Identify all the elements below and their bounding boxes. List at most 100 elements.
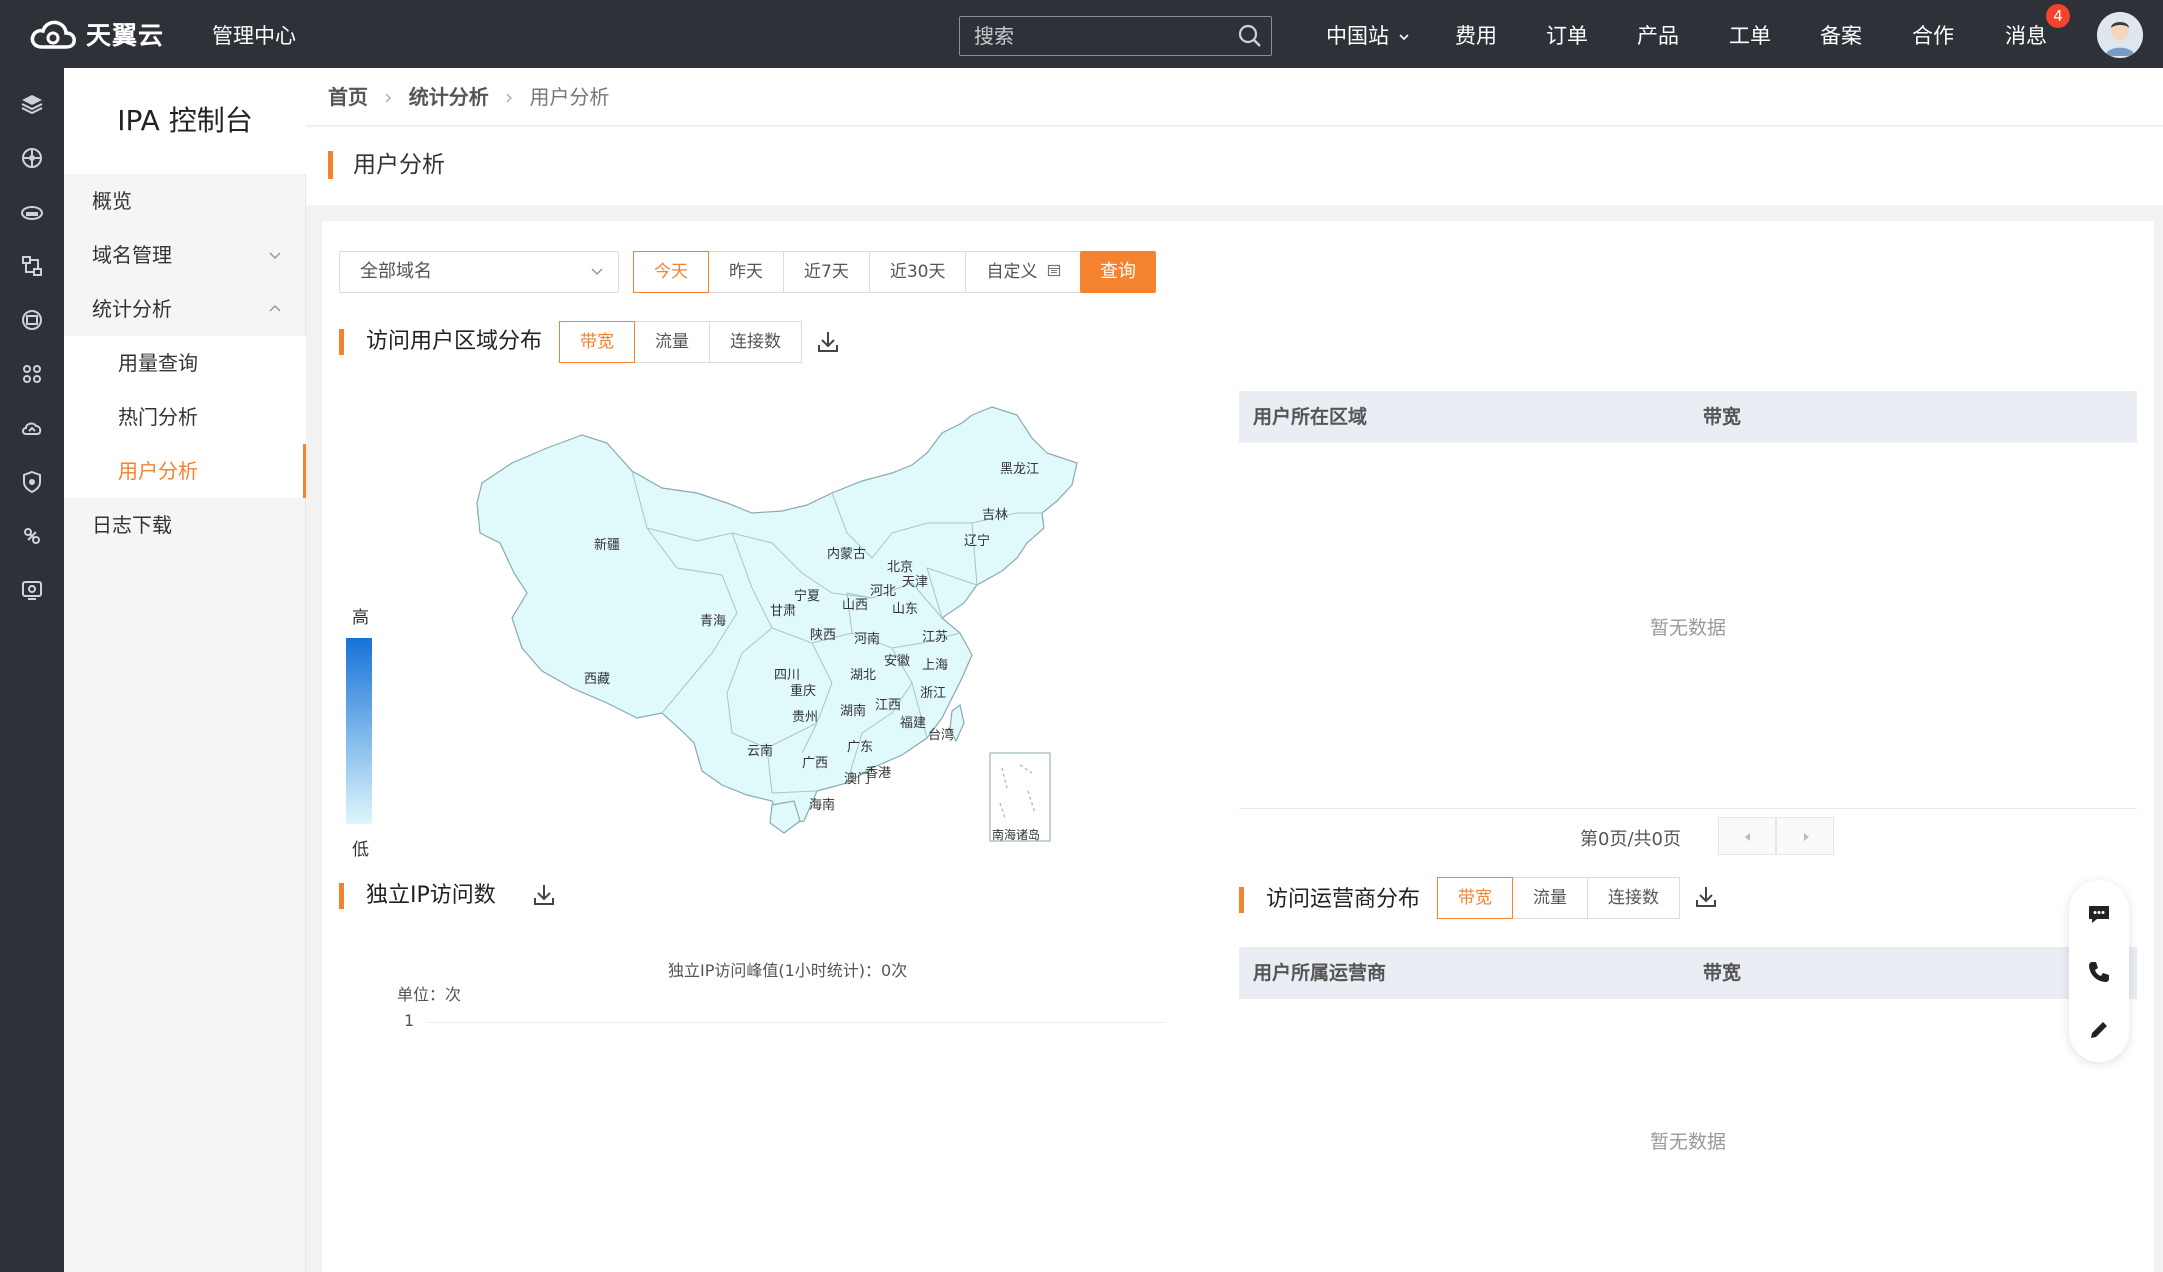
range-custom[interactable]: 自定义 xyxy=(965,251,1082,293)
next-page-button[interactable] xyxy=(1776,817,1834,855)
legend-high-label: 高 xyxy=(352,608,369,628)
isp-section-title: 访问运营商分布 xyxy=(1239,887,1420,913)
search-icon[interactable] xyxy=(1236,22,1264,50)
cloud-sync-icon[interactable] xyxy=(16,412,48,444)
column-header-region: 用户所在区域 xyxy=(1253,406,1368,428)
chevron-down-icon xyxy=(591,268,603,276)
range-today[interactable]: 今天 xyxy=(633,251,709,293)
region-table-body: 暂无数据 xyxy=(1239,443,2137,809)
query-button[interactable]: 查询 xyxy=(1080,251,1156,293)
province-label: 天津 xyxy=(902,575,928,590)
link-icon[interactable] xyxy=(16,520,48,552)
monitor-icon[interactable] xyxy=(16,574,48,606)
region-tab-bandwidth[interactable]: 带宽 xyxy=(559,321,635,363)
menu-domain-management-label: 域名管理 xyxy=(92,243,172,267)
domain-select-value: 全部域名 xyxy=(360,261,432,282)
province-label: 重庆 xyxy=(790,683,816,699)
region-tab-traffic[interactable]: 流量 xyxy=(634,321,710,363)
isp-tab-bandwidth[interactable]: 带宽 xyxy=(1437,877,1513,919)
menu-log-download-label: 日志下载 xyxy=(92,513,172,537)
nav-fees[interactable]: 费用 xyxy=(1455,20,1497,50)
menu-log-download[interactable]: 日志下载 xyxy=(64,498,306,552)
menu-hot-analysis[interactable]: 热门分析 xyxy=(64,390,306,444)
menu-user-analysis[interactable]: 用户分析 xyxy=(64,444,306,498)
chevron-down-icon xyxy=(269,252,281,260)
isp-tab-traffic[interactable]: 流量 xyxy=(1512,877,1588,919)
province-label: 广东 xyxy=(847,740,873,755)
china-region-map[interactable]: 黑龙江 吉林 辽宁 内蒙古 北京 天津 河北 山西 山东 新疆 宁夏 甘肃 青海… xyxy=(472,393,1092,893)
domain-select[interactable]: 全部域名 xyxy=(339,251,619,293)
nav-filing[interactable]: 备案 xyxy=(1820,20,1862,50)
topology-icon[interactable] xyxy=(16,250,48,282)
main-content: 全部域名 今天 昨天 近7天 近30天 自定义 查询 访问用户区域分布 带宽 流… xyxy=(322,221,2154,1272)
province-label: 河北 xyxy=(870,584,896,599)
chat-icon[interactable] xyxy=(2085,900,2113,928)
region-metric-tabs: 带宽 流量 连接数 xyxy=(559,321,802,363)
product-rail xyxy=(0,68,64,1272)
network-icon[interactable] xyxy=(16,142,48,174)
breadcrumb-statistics[interactable]: 统计分析 xyxy=(409,85,489,109)
province-label: 黑龙江 xyxy=(1000,462,1039,477)
province-label: 安徽 xyxy=(884,654,910,669)
range-yesterday[interactable]: 昨天 xyxy=(708,251,784,293)
isp-table-header: 用户所属运营商 带宽 xyxy=(1239,947,2137,999)
isp-metric-tabs: 带宽 流量 连接数 xyxy=(1437,877,1680,919)
cloud-drive-icon[interactable] xyxy=(16,196,48,228)
nav-orders[interactable]: 订单 xyxy=(1546,20,1588,50)
cluster-icon[interactable] xyxy=(16,358,48,390)
province-label: 南海诸岛 xyxy=(992,827,1040,842)
isp-tab-connections[interactable]: 连接数 xyxy=(1587,877,1680,919)
floating-toolbar xyxy=(2069,880,2129,1062)
menu-overview-label: 概览 xyxy=(92,189,132,213)
nav-tickets[interactable]: 工单 xyxy=(1729,20,1771,50)
empty-state-text: 暂无数据 xyxy=(1649,617,1726,639)
download-icon[interactable] xyxy=(530,881,558,909)
layers-icon[interactable] xyxy=(16,88,48,120)
database-icon[interactable] xyxy=(16,304,48,336)
breadcrumb: 首页 › 统计分析 › 用户分析 xyxy=(306,68,2163,126)
menu-domain-management[interactable]: 域名管理 xyxy=(64,228,306,282)
brand-name: 天翼云 xyxy=(86,21,165,50)
shield-icon[interactable] xyxy=(16,466,48,498)
phone-icon[interactable] xyxy=(2085,958,2113,986)
management-center-link[interactable]: 管理中心 xyxy=(212,20,296,50)
chevron-left-icon xyxy=(1745,833,1750,841)
side-menu: IPA 控制台 概览 域名管理 统计分析 用量查询 热门分析 用户分析 日志下载 xyxy=(64,68,306,1272)
nav-cooperation[interactable]: 合作 xyxy=(1912,20,1954,50)
nav-products[interactable]: 产品 xyxy=(1637,20,1679,50)
menu-statistics[interactable]: 统计分析 xyxy=(64,282,306,336)
calendar-icon xyxy=(1047,264,1060,277)
province-label: 四川 xyxy=(774,668,800,683)
download-icon[interactable] xyxy=(814,328,842,356)
prev-page-button[interactable] xyxy=(1718,817,1776,855)
region-tab-connections[interactable]: 连接数 xyxy=(709,321,802,363)
breadcrumb-separator: › xyxy=(505,85,514,109)
province-label: 北京 xyxy=(887,560,913,575)
menu-overview[interactable]: 概览 xyxy=(64,174,306,228)
search-input[interactable] xyxy=(959,16,1272,56)
chevron-up-icon xyxy=(269,304,281,312)
range-last-30-days[interactable]: 近30天 xyxy=(868,251,967,293)
range-last-7-days[interactable]: 近7天 xyxy=(783,251,870,293)
chevron-down-icon xyxy=(1399,34,1409,41)
download-icon[interactable] xyxy=(1692,883,1720,911)
province-label: 海南 xyxy=(809,797,835,813)
region-section-title: 访问用户区域分布 xyxy=(339,329,542,355)
edit-icon[interactable] xyxy=(2085,1016,2113,1044)
chevron-right-icon xyxy=(1804,833,1809,841)
pagination-info: 第0页/共0页 xyxy=(1580,829,1681,850)
province-label: 山东 xyxy=(892,602,918,617)
brand-logo[interactable]: 天翼云 xyxy=(28,14,164,54)
page-title: 用户分析 xyxy=(328,151,445,179)
nav-region[interactable]: 中国站 xyxy=(1326,20,1410,50)
isp-table-body: 暂无数据 xyxy=(1239,999,2137,1272)
province-label: 陕西 xyxy=(810,628,836,643)
legend-low-label: 低 xyxy=(352,840,369,860)
province-label: 云南 xyxy=(747,743,773,759)
column-header-isp: 用户所属运营商 xyxy=(1253,962,1387,984)
nav-messages[interactable]: 消息 xyxy=(2005,20,2047,50)
user-avatar[interactable] xyxy=(2097,12,2143,58)
province-label: 上海 xyxy=(922,658,948,673)
menu-usage-query[interactable]: 用量查询 xyxy=(64,336,306,390)
breadcrumb-home[interactable]: 首页 xyxy=(328,85,368,109)
